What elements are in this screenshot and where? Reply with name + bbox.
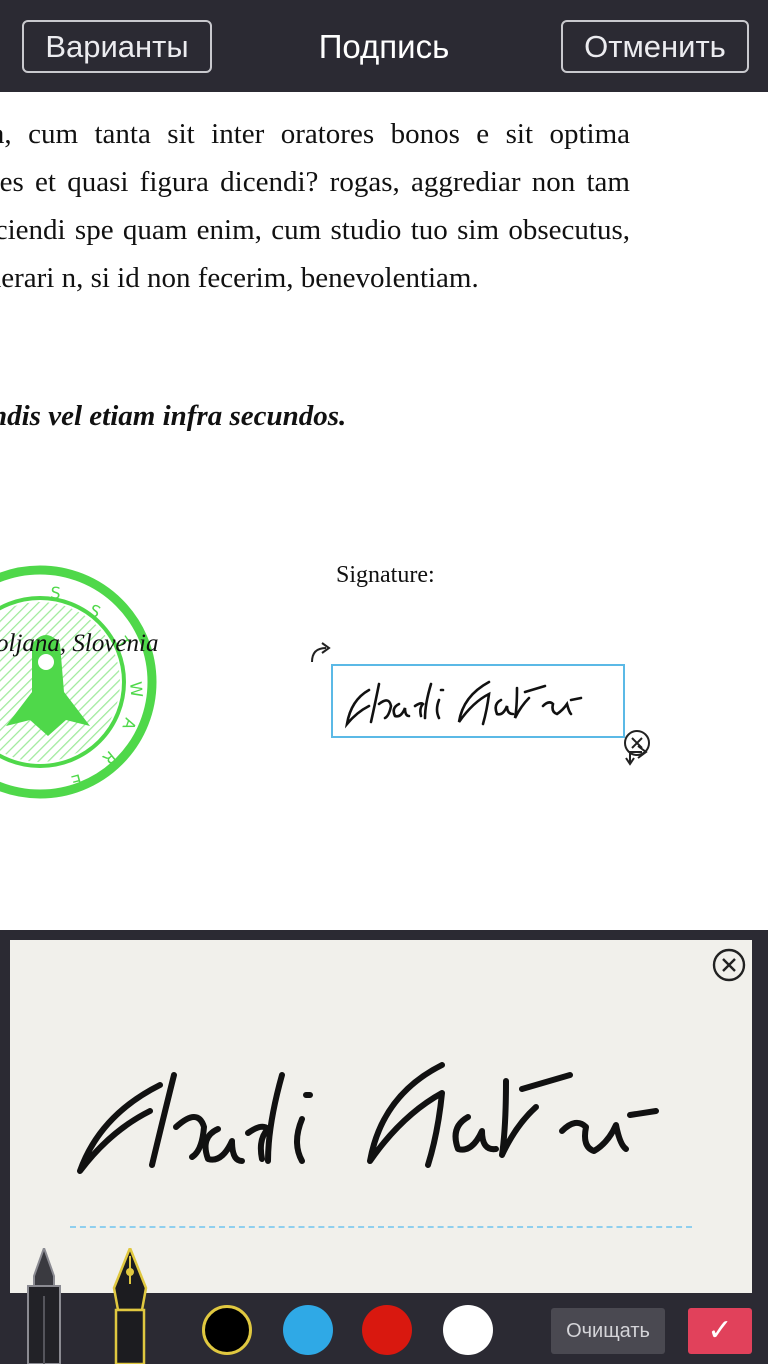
color-swatch-white[interactable]	[443, 1305, 493, 1355]
page-title: Подпись	[318, 28, 450, 65]
marker-pen-icon[interactable]	[18, 1248, 70, 1364]
color-swatch-black[interactable]	[202, 1305, 252, 1355]
signature-caption: Signature:	[336, 562, 435, 588]
svg-text:S: S	[50, 583, 62, 603]
placed-signature-image	[344, 680, 583, 729]
clear-button[interactable]: Очищать	[551, 1308, 665, 1354]
resize-handle-icon[interactable]	[624, 738, 654, 768]
document-bold-line: cundis vel etiam infra secundos.	[0, 400, 347, 432]
color-swatch-blue[interactable]	[283, 1305, 333, 1355]
signature-baseline	[70, 1226, 692, 1228]
placed-signature[interactable]	[331, 664, 625, 738]
options-button[interactable]: Варианты	[22, 20, 212, 73]
company-stamp-image: S T W A R E S	[0, 565, 157, 799]
svg-text:W: W	[126, 681, 146, 699]
checkmark-icon: ✓	[707, 1314, 733, 1347]
cancel-button[interactable]: Отменить	[561, 20, 749, 73]
confirm-button[interactable]: ✓	[688, 1308, 752, 1354]
close-pad-icon[interactable]	[712, 948, 746, 982]
color-swatch-red[interactable]	[362, 1305, 412, 1355]
document-paragraph: quam, cum tanta sit inter oratores bonos…	[0, 118, 630, 294]
fountain-pen-icon[interactable]	[102, 1248, 158, 1364]
document-page: quam, cum tanta sit inter oratores bonos…	[0, 92, 768, 930]
svg-text:A: A	[118, 716, 140, 733]
drawn-signature-image	[77, 1062, 659, 1174]
svg-text:S: S	[86, 600, 103, 622]
stamp-address-text: oljana, Slovenia	[0, 630, 159, 657]
navigation-bar: Варианты Подпись Отменить	[0, 0, 768, 92]
